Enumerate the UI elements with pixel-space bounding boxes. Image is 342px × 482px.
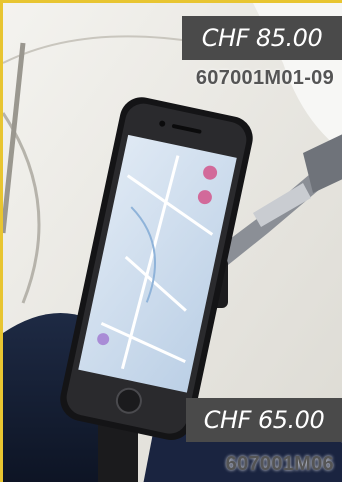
sku-label: 607001M01-09 [195, 67, 334, 89]
price-tag: CHF 65.00 [186, 398, 342, 442]
sku-label: 607001M06 [225, 453, 334, 475]
product-card: CHF 85.00 607001M01-09 CHF 65.00 607001M… [0, 0, 342, 482]
price-tag: CHF 85.00 [182, 16, 342, 60]
